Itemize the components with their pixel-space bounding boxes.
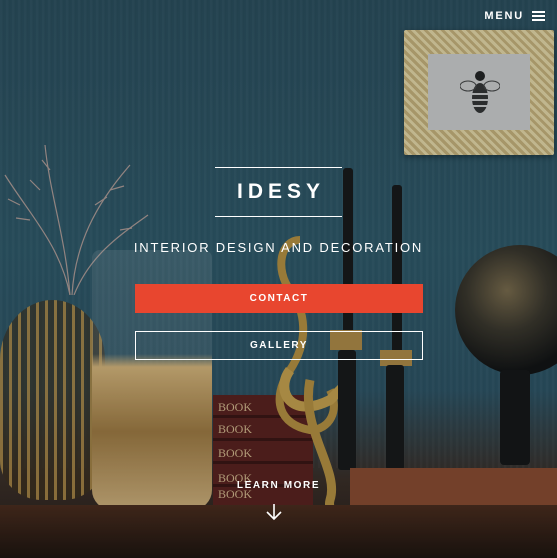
hamburger-icon [532,11,545,21]
menu-button[interactable]: MENU [484,10,545,22]
tagline: INTERIOR DESIGN AND DECORATION [133,240,424,255]
brand-logo: IDESY [215,167,342,217]
contact-button[interactable]: CONTACT [135,284,423,313]
menu-label: MENU [484,10,524,22]
dark-overlay [0,0,557,558]
arrow-down-icon[interactable] [265,503,283,521]
gallery-button[interactable]: GALLERY [135,331,423,360]
site-title: IDESY [236,180,326,203]
learn-more-link[interactable]: LEARN MORE [0,480,557,491]
hero-section: BOOK BOOK BOOK BOOK BOOK MENU IDESY INTE… [0,0,557,558]
